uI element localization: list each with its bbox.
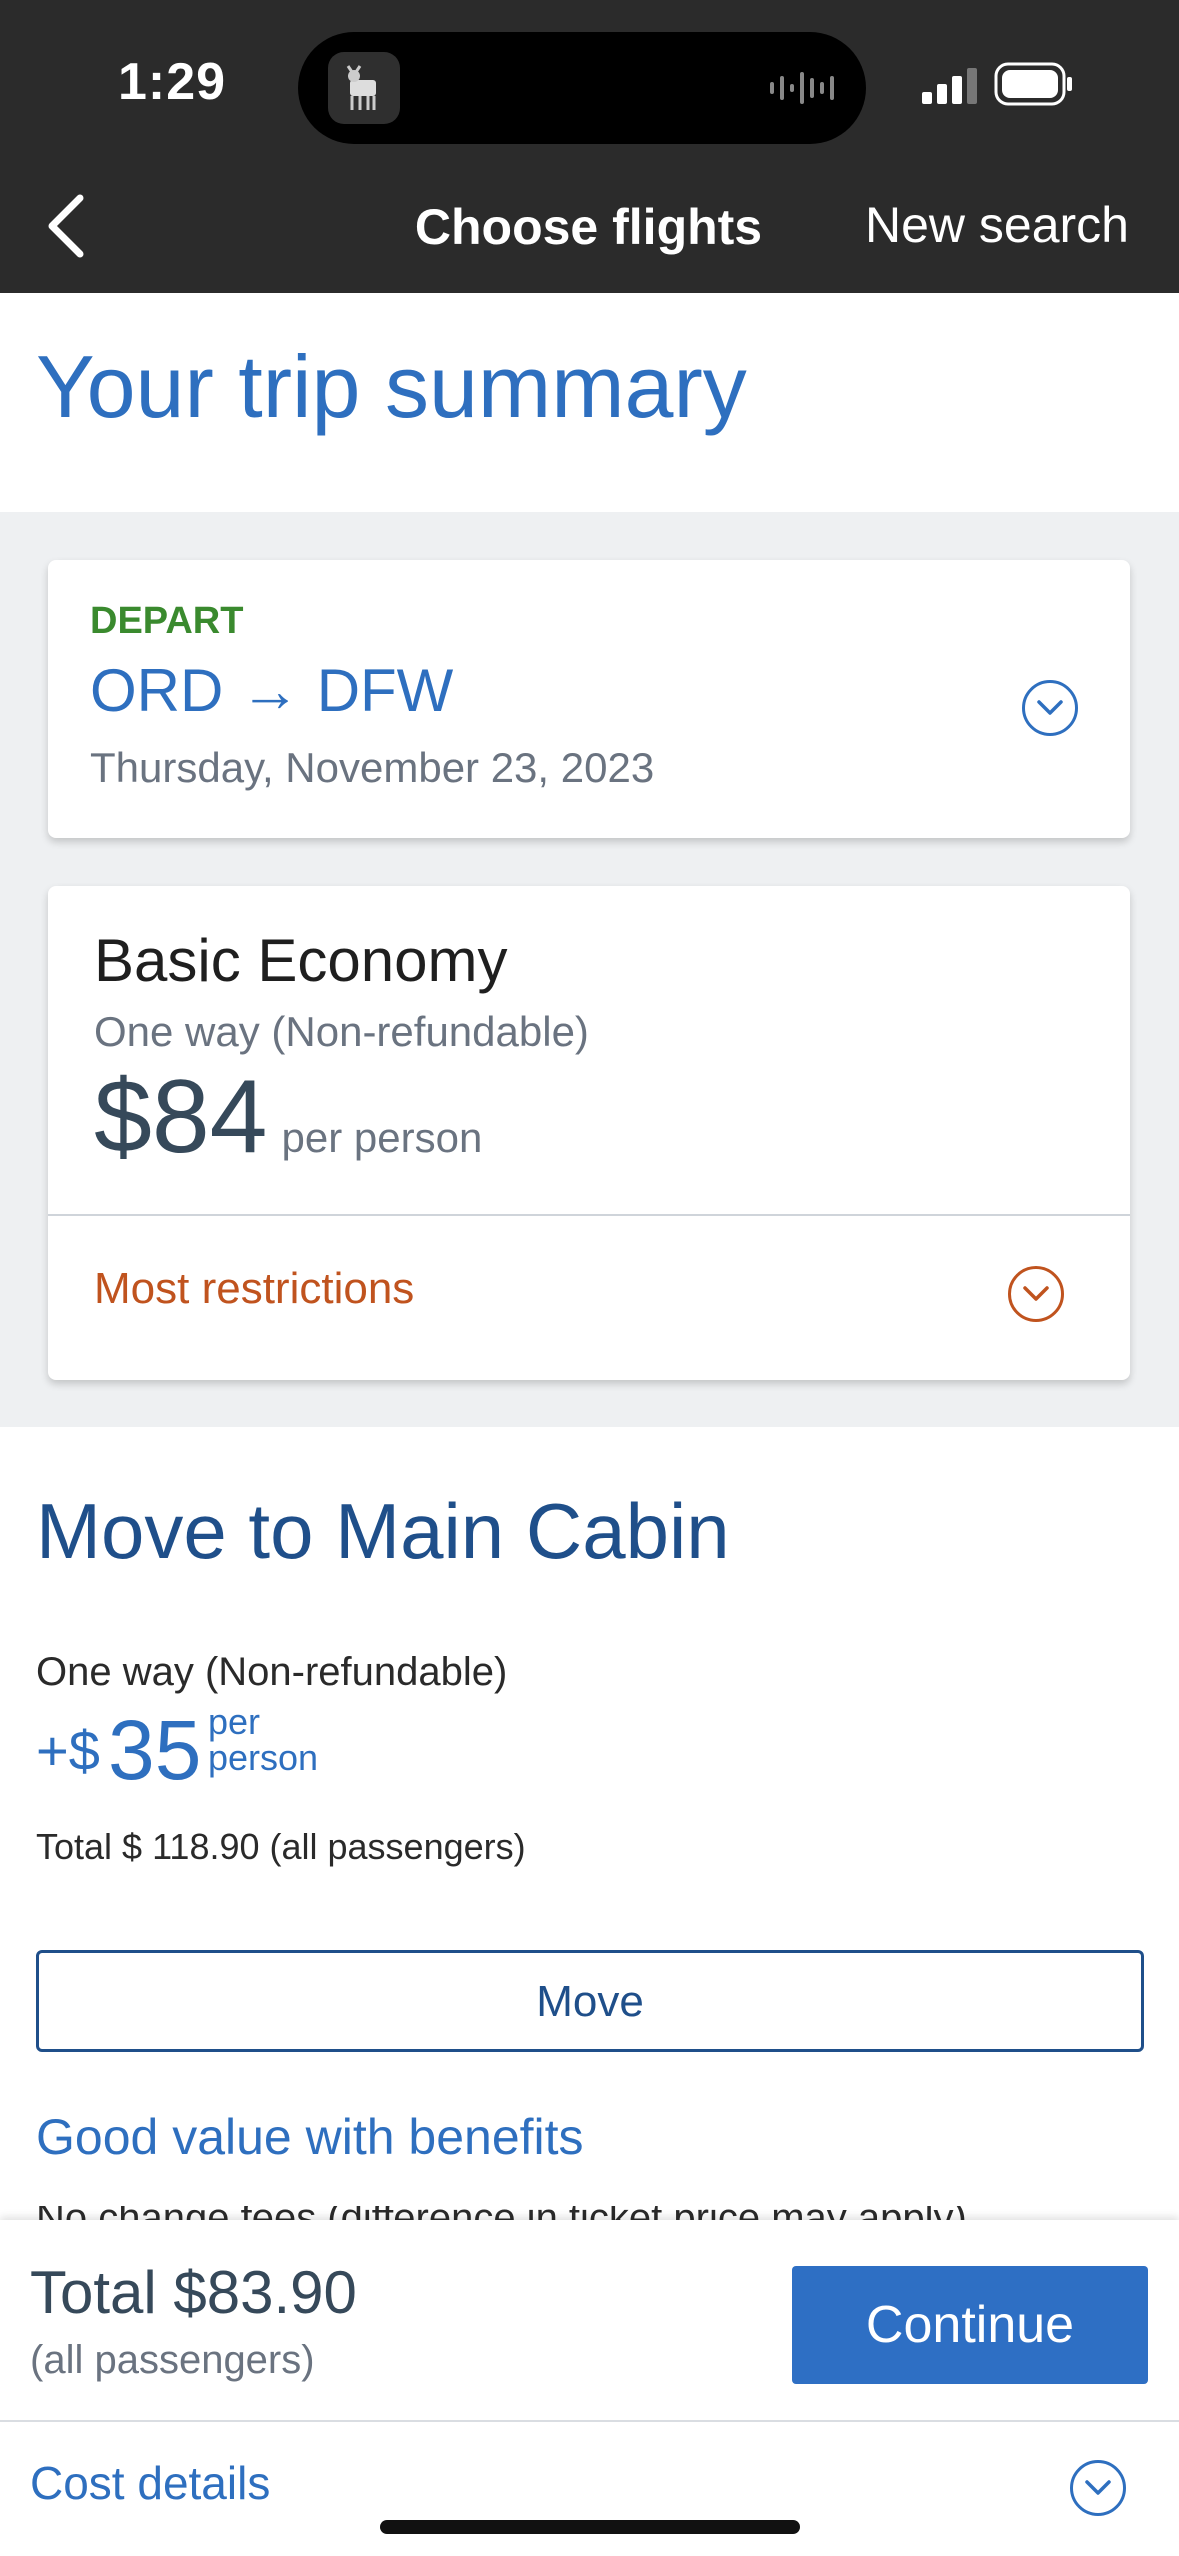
fare-price: $84 [94,1059,268,1175]
top-bar: 1:29 Choose flights New search [0,0,1179,293]
upgrade-total: Total $ 118.90 (all passengers) [36,1826,526,1867]
cost-details-toggle[interactable]: Cost details [30,2456,270,2510]
divider [0,2420,1179,2422]
depart-date: Thursday, November 23, 2023 [90,744,655,791]
cellular-signal-icon [922,68,977,104]
cost-details-chevron-icon[interactable] [1070,2460,1126,2516]
restrictions-toggle[interactable]: Most restrictions [94,1264,414,1314]
checkout-bar: Total $83.90 (all passengers) Continue C… [0,2220,1179,2556]
move-button[interactable]: Move [36,1950,1144,2052]
destination-code: DFW [316,657,454,724]
total-subtext: (all passengers) [30,2338,315,2382]
benefits-title: Good value with benefits [36,2109,584,2165]
continue-button[interactable]: Continue [792,2266,1148,2384]
new-search-link[interactable]: New search [865,196,1129,254]
battery-icon [994,62,1072,106]
restrictions-chevron-icon[interactable] [1008,1266,1064,1322]
status-time: 1:29 [118,53,227,111]
upgrade-type: One way (Non-refundable) [36,1650,508,1694]
depart-card[interactable]: DEPART ORD → DFW Thursday, November 23, … [48,560,1130,838]
fare-card: Basic Economy One way (Non-refundable) $… [48,886,1130,1380]
upgrade-prefix: +$ [36,1719,100,1782]
home-indicator[interactable] [380,2520,800,2534]
total-price: Total $83.90 [30,2259,357,2326]
live-activity-app-icon [328,52,400,124]
depart-expand-chevron-icon[interactable] [1022,680,1078,736]
upgrade-amount: 35 [108,1703,202,1797]
fare-price-row: $84 per person [94,1058,483,1175]
fare-name: Basic Economy [94,927,508,994]
fare-type: One way (Non-refundable) [94,1008,589,1055]
route-arrow: → [240,657,301,724]
fare-per-person: per person [281,1114,483,1161]
upgrade-title: Move to Main Cabin [36,1487,730,1575]
page-title: Your trip summary [36,337,747,436]
divider [48,1214,1130,1216]
dynamic-island [298,32,866,144]
depart-label: DEPART [90,600,244,642]
origin-code: ORD [90,657,224,724]
audio-waveform-icon [770,72,834,104]
route: ORD → DFW [90,656,453,725]
upgrade-per-person: per person [208,1701,319,1778]
